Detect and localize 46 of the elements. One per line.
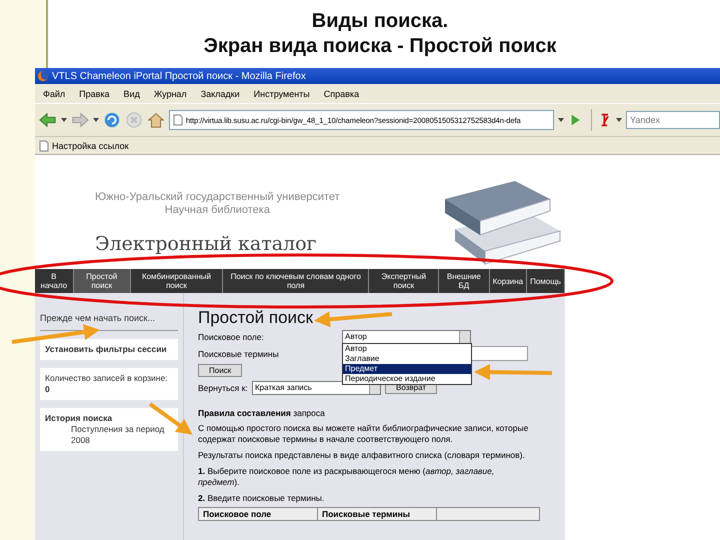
field-label: Вернуться к:	[198, 382, 248, 392]
slide-title: Виды поиска.	[312, 9, 448, 34]
search-field-select[interactable]: Автор	[342, 330, 471, 344]
dropdown-caret-icon[interactable]	[92, 118, 99, 122]
university-name: Южно-Уральский государственный университет	[95, 191, 340, 204]
bookmark-item[interactable]: Настройка ссылок	[39, 140, 129, 152]
menu-item[interactable]: Файл	[43, 88, 66, 98]
dropdown-caret-icon[interactable]	[558, 118, 564, 122]
menu-item[interactable]: Справка	[324, 88, 360, 98]
page-icon	[39, 140, 49, 152]
field-label: Поисковые термины	[198, 348, 280, 358]
reload-icon[interactable]	[102, 110, 121, 130]
catalog-title: Электронный каталог	[95, 233, 318, 255]
library-name: Научная библиотека	[164, 204, 271, 217]
search-field[interactable]: Yandex	[626, 111, 720, 129]
dropdown-option[interactable]: Автор	[343, 344, 471, 354]
sidebar-link[interactable]: Прежде чем начать поиск...	[40, 313, 178, 331]
dropdown-option[interactable]: Заглавие	[343, 354, 471, 364]
panel-text: Поступления за период 2008	[70, 424, 166, 446]
menu-item[interactable]: Правка	[79, 88, 110, 98]
rules-paragraph: С помощью простого поиска вы можете найти библиографические записи, которые содержат поисковые термины в начале соответствующего поля.	[198, 423, 530, 445]
dropdown-caret-icon[interactable]	[616, 118, 622, 122]
menu-item[interactable]: Закладки	[200, 88, 240, 98]
nav-tab[interactable]: Простой поиск	[74, 269, 131, 293]
field-label: Поисковое поле:	[198, 332, 265, 342]
dropdown-caret-icon[interactable]	[60, 118, 67, 122]
window-title: VTLS Chameleon iPortal Простой поиск - Mozilla Firefox	[52, 70, 306, 82]
rules-heading: Правила составления запроса	[198, 408, 326, 418]
back-icon[interactable]	[39, 111, 57, 129]
menu-item[interactable]: Инструменты	[254, 88, 310, 98]
browser-logo-icon	[37, 70, 49, 82]
search-button[interactable]: Поиск	[198, 364, 242, 377]
panel-title[interactable]: История поиска	[45, 413, 173, 424]
table-header-cell: Поисковые термины	[318, 508, 437, 520]
dropdown-option[interactable]: Предмет	[343, 364, 471, 374]
table-header-cell: Поисковое поле	[199, 508, 318, 520]
menu-item[interactable]: Вид	[124, 88, 140, 98]
panel-text: Количество записей в корзине: 0	[45, 373, 169, 395]
page-icon	[172, 114, 183, 126]
rules-paragraph: 1. Выберите поисковое поле из раскрывающегося меню (автор, заглавие, предмет).	[198, 466, 496, 488]
slide-title: Экран вида поиска - Простой поиск	[204, 34, 556, 59]
page-heading: Простой поиск	[198, 307, 313, 328]
rules-paragraph: Результаты поиска представлены в виде алфавитного списка (словаря терминов).	[198, 450, 526, 461]
panel-title[interactable]: Установить фильтры сессии	[45, 344, 173, 355]
rules-paragraph: 2. Введите поисковые термины.	[198, 493, 326, 504]
menu-item[interactable]: Журнал	[154, 88, 187, 98]
